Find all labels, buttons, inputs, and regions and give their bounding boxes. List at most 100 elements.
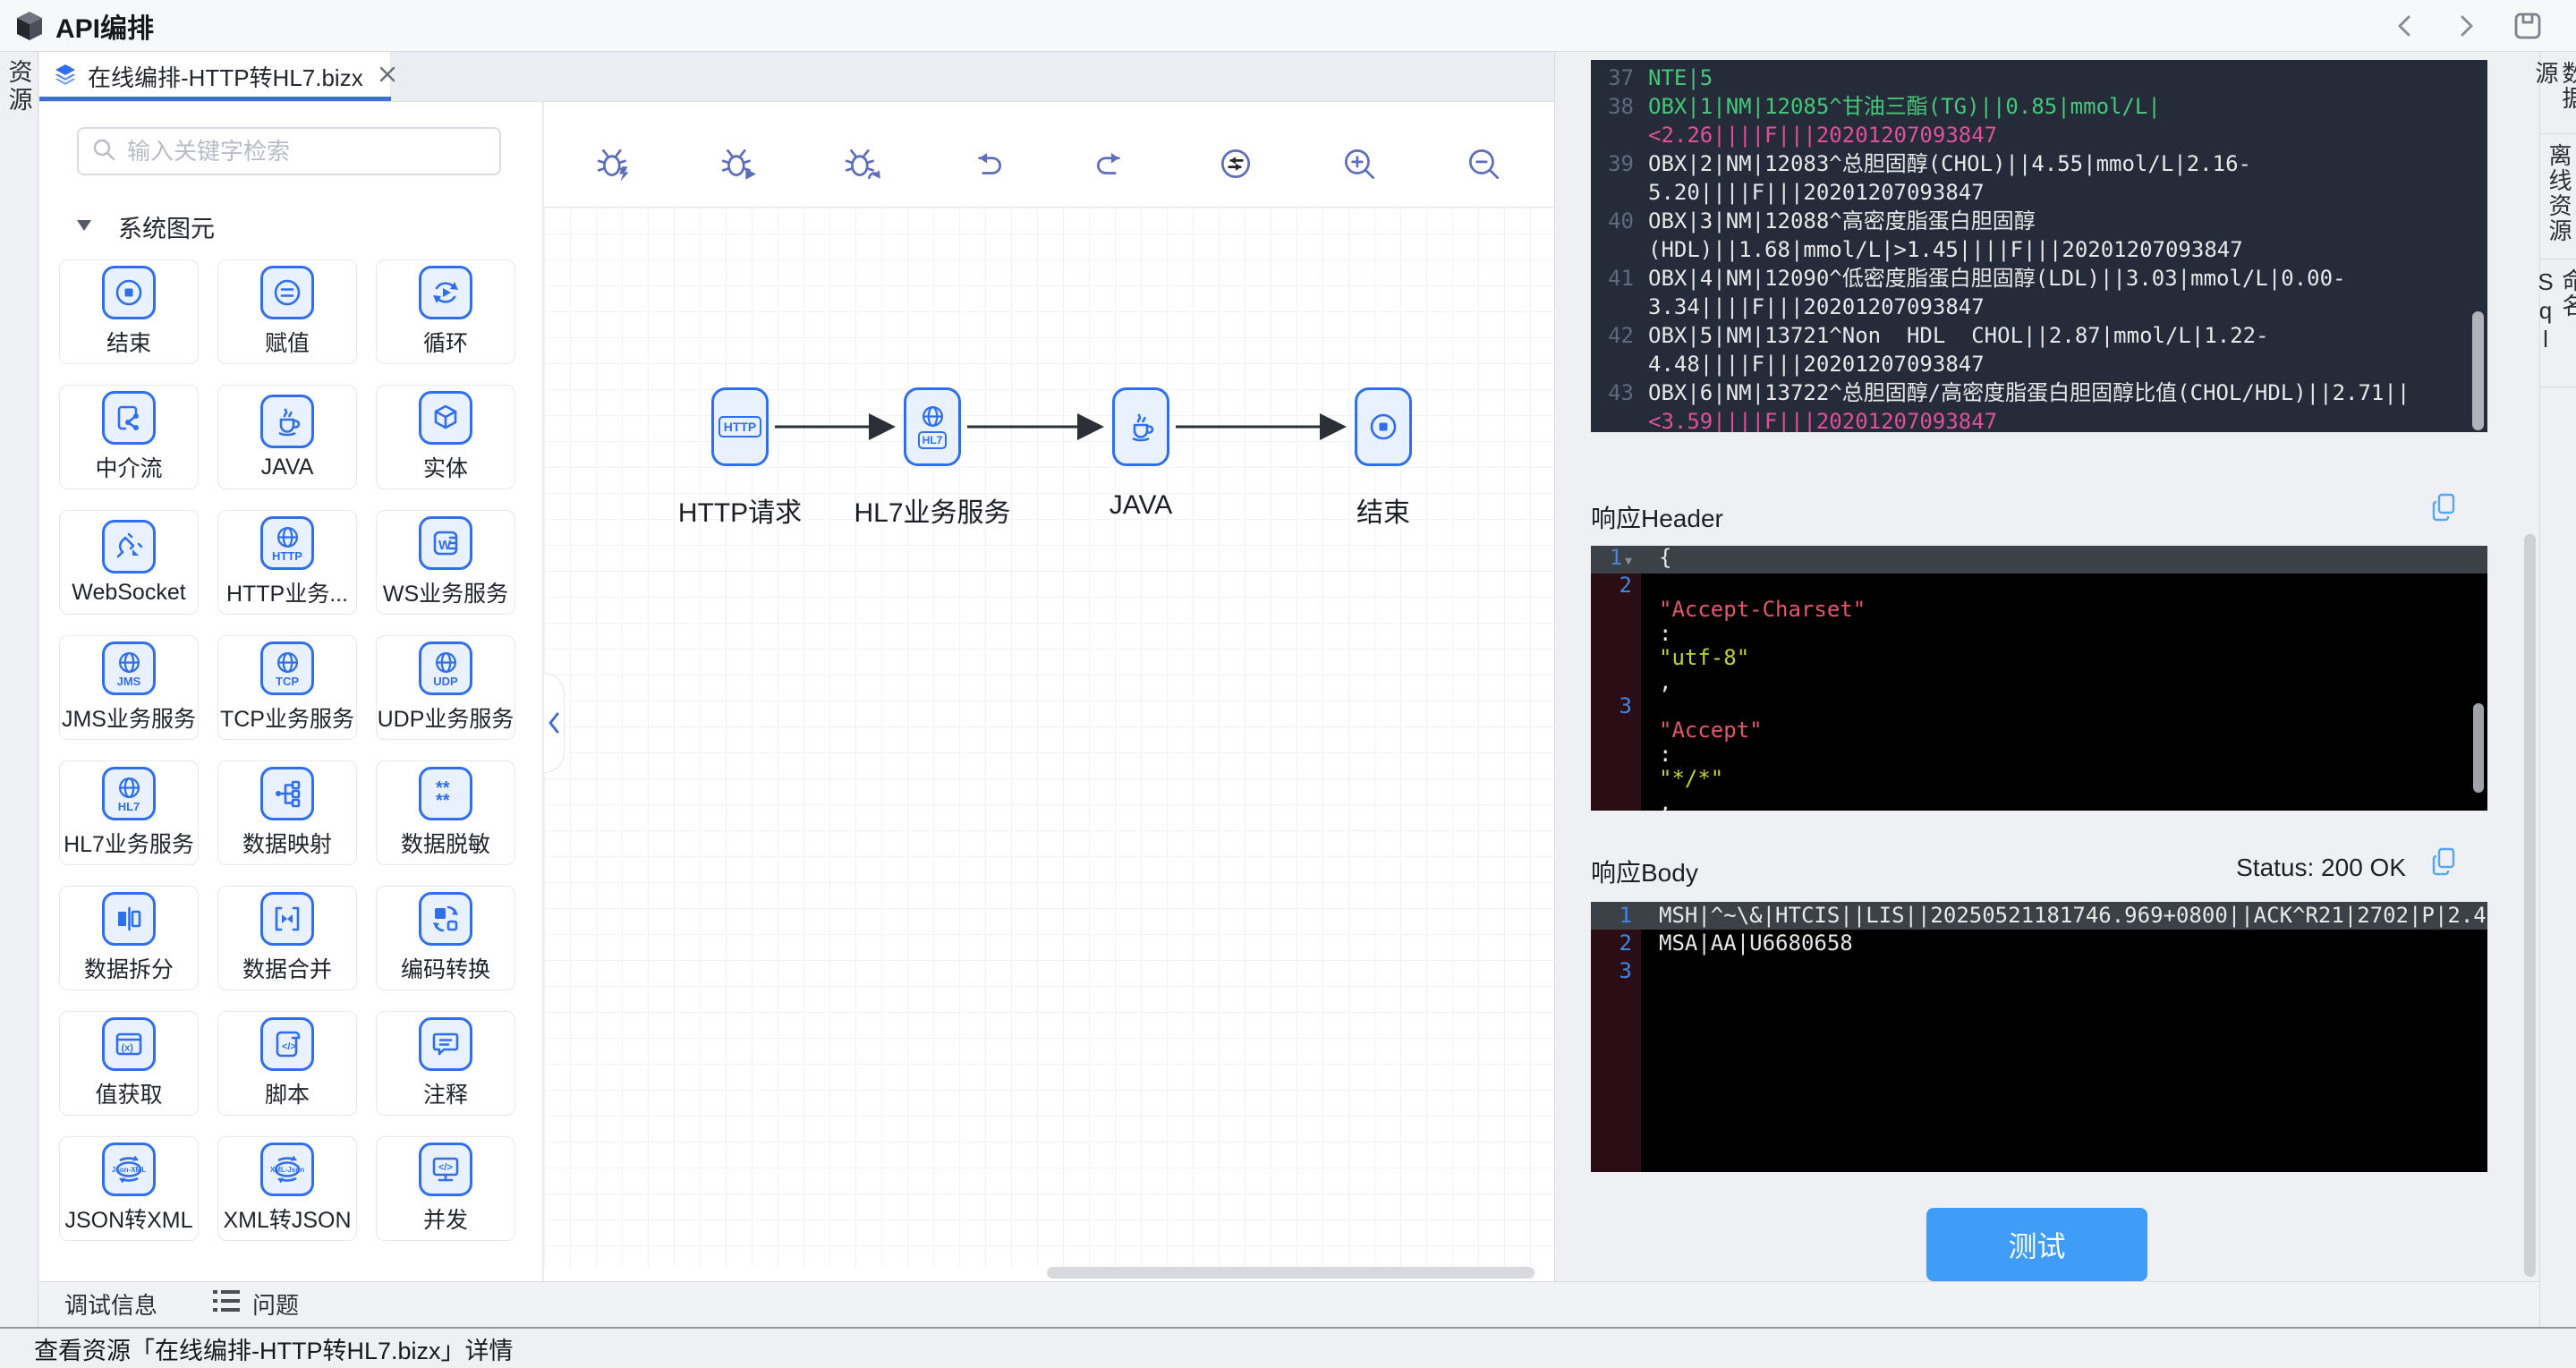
- palette-item-loop[interactable]: 循环: [376, 259, 515, 364]
- flow-node-hl7-service[interactable]: HL7: [904, 387, 961, 466]
- palette-item-websocket[interactable]: WebSocket: [59, 510, 199, 615]
- palette-item-concurrent[interactable]: </>并发: [376, 1136, 515, 1241]
- forward-icon[interactable]: [2451, 11, 2481, 41]
- palette-item-label: HL7业务服务: [64, 827, 194, 859]
- copy-header-icon[interactable]: [2430, 492, 2457, 523]
- palette-item-label: JAVA: [261, 455, 314, 480]
- palette-item-ws-service[interactable]: WWS业务服务: [376, 510, 515, 615]
- palette-item-json-to-xml[interactable]: Json-XMLJSON转XML: [59, 1136, 199, 1241]
- undo-icon[interactable]: [966, 143, 1007, 184]
- assign-icon: [260, 266, 314, 319]
- response-body-editor[interactable]: 1MSH|^~\&|HTCIS||LIS||20250521181746.969…: [1591, 902, 2487, 1172]
- status-bar-text: 查看资源「在线编排-HTTP转HL7.bizx」详情: [34, 1331, 514, 1366]
- palette-search[interactable]: [77, 127, 501, 175]
- tab-close-icon[interactable]: [378, 64, 397, 89]
- palette-item-label: 编码转换: [401, 952, 490, 984]
- right-strip-tab-2[interactable]: 离线资源: [2540, 134, 2576, 259]
- bottom-panel-bar: 调试信息 问题: [39, 1281, 2539, 1326]
- palette-item-tcp-service[interactable]: TCPTCP业务服务: [217, 635, 357, 740]
- flow-edges: [544, 208, 1554, 1267]
- palette-item-data-mapping[interactable]: 数据映射: [217, 760, 357, 865]
- zoom-out-icon[interactable]: [1463, 143, 1504, 184]
- tab-label: 在线编排-HTTP转HL7.bizx: [88, 60, 363, 93]
- flow-node-java[interactable]: [1112, 387, 1169, 466]
- palette-item-label: WebSocket: [72, 580, 185, 606]
- palette-item-label: 数据映射: [242, 827, 332, 859]
- right-strip-tab-1[interactable]: 数据源: [2540, 52, 2576, 134]
- palette-item-http-service[interactable]: HTTPHTTP业务...: [217, 510, 357, 615]
- cube-icon: [419, 391, 472, 445]
- header-editor-scrollbar[interactable]: [2473, 703, 2484, 793]
- right-strip-tab-3[interactable]: 命名Sql: [2540, 259, 2576, 387]
- palette-item-mediator-flow[interactable]: 中介流: [59, 385, 199, 489]
- debug-step-icon[interactable]: [842, 143, 883, 184]
- encode-icon: [419, 892, 472, 946]
- test-button[interactable]: 测试: [1926, 1208, 2147, 1281]
- palette-grid: 结束赋值 循环中介流 JAVA 实体 WebSocket HTTPHTTP业务...WWS…: [59, 259, 526, 1241]
- palette-item-script[interactable]: </>脚本: [217, 1011, 357, 1116]
- palette-item-jms-service[interactable]: JMSJMS业务服务: [59, 635, 199, 740]
- flow-node-http-request[interactable]: HTTP: [711, 387, 769, 466]
- debug-info-tab[interactable]: 调试信息: [64, 1287, 157, 1321]
- code-line: 5.20||||F|||20201207093847: [1591, 178, 2487, 207]
- palette-item-java[interactable]: JAVA: [217, 385, 357, 489]
- search-input[interactable]: [125, 137, 487, 166]
- code-line: "*/*": [1591, 767, 2487, 791]
- websocket-icon: [102, 520, 156, 574]
- canvas-horizontal-scrollbar[interactable]: [1047, 1267, 1535, 1279]
- map-icon: [260, 767, 314, 820]
- panel-scrollbar[interactable]: [2524, 534, 2536, 1277]
- debug-play-icon[interactable]: [718, 143, 760, 184]
- code-line: 42OBX|5|NM|13721^Non HDL CHOL||2.87|mmol…: [1591, 321, 2487, 350]
- globe-icon: JMS: [102, 642, 156, 695]
- response-header-editor[interactable]: 1▼{2 "Accept-Charset": "utf-8",3 "Accept…: [1591, 546, 2487, 811]
- save-icon[interactable]: [2512, 10, 2544, 42]
- palette-item-data-merge[interactable]: 数据合并: [217, 886, 357, 990]
- list-icon: [213, 1289, 240, 1319]
- palette-item-hl7-service[interactable]: HL7 HL7业务服务: [59, 760, 199, 865]
- zoom-in-icon[interactable]: [1339, 143, 1380, 184]
- palette-item-data-masking[interactable]: ****数据脱敏: [376, 760, 515, 865]
- redo-icon[interactable]: [1091, 143, 1132, 184]
- palette-item-entity[interactable]: 实体: [376, 385, 515, 489]
- code-line: <3.59||||F|||20201207093847: [1591, 407, 2487, 432]
- palette-item-comment[interactable]: 注释: [376, 1011, 515, 1116]
- palette-item-label: 赋值: [265, 326, 310, 358]
- palette-item-xml-to-json[interactable]: XML-JsonXML转JSON: [217, 1136, 357, 1241]
- left-resource-strip[interactable]: 资源: [0, 52, 38, 1327]
- svg-text:W: W: [438, 538, 452, 553]
- back-icon[interactable]: [2390, 11, 2420, 41]
- globe-icon: HTTP: [260, 516, 314, 570]
- canvas-grid[interactable]: HTTPHTTP请求HL7HL7业务服务JAVA结束: [544, 208, 1554, 1267]
- code-line: 37NTE|5: [1591, 64, 2487, 92]
- code-line: <2.26||||F|||20201207093847: [1591, 121, 2487, 149]
- debug-lightning-icon[interactable]: [594, 143, 635, 184]
- request-hl7-editor[interactable]: 37NTE|538OBX|1|NM|12085^甘油三酯(TG)||0.85|m…: [1591, 60, 2487, 432]
- chevron-down-icon[interactable]: [77, 219, 91, 235]
- globe-icon: HL7: [102, 767, 156, 820]
- palette-item-assign[interactable]: 赋值: [217, 259, 357, 364]
- copy-body-icon[interactable]: [2430, 846, 2457, 877]
- tab-online-orchestration[interactable]: 在线编排-HTTP转HL7.bizx: [39, 52, 391, 101]
- palette-item-end[interactable]: 结束: [59, 259, 199, 364]
- http-icon: HTTP: [718, 416, 762, 438]
- code-line: 40OBX|3|NM|12088^高密度脂蛋白胆固醇: [1591, 207, 2487, 235]
- sync-icon[interactable]: [1215, 143, 1256, 184]
- code-line: ,: [1591, 791, 2487, 811]
- palette-item-value-get[interactable]: (x)值获取: [59, 1011, 199, 1116]
- palette-item-label: XML转JSON: [223, 1202, 351, 1235]
- problems-tab[interactable]: 问题: [213, 1287, 299, 1321]
- palette-item-udp-service[interactable]: UDPUDP业务服务: [376, 635, 515, 740]
- palette-item-encoding-convert[interactable]: 编码转换: [376, 886, 515, 990]
- flow-canvas[interactable]: HTTPHTTP请求HL7HL7业务服务JAVA结束: [544, 102, 1554, 1281]
- app-header: API编排: [0, 0, 2576, 52]
- code-line: "Accept-Charset": [1591, 598, 2487, 622]
- response-status: Status: 200 OK: [2236, 854, 2406, 882]
- flow-node-end[interactable]: [1355, 387, 1412, 466]
- code-line: ,: [1591, 670, 2487, 694]
- hl7-editor-scrollbar[interactable]: [2472, 311, 2484, 430]
- code-line: 3: [1591, 694, 2487, 718]
- palette-collapse-handle[interactable]: [544, 673, 565, 773]
- palette-section-header[interactable]: 系统图元: [77, 209, 215, 244]
- palette-item-data-split[interactable]: 数据拆分: [59, 886, 199, 990]
